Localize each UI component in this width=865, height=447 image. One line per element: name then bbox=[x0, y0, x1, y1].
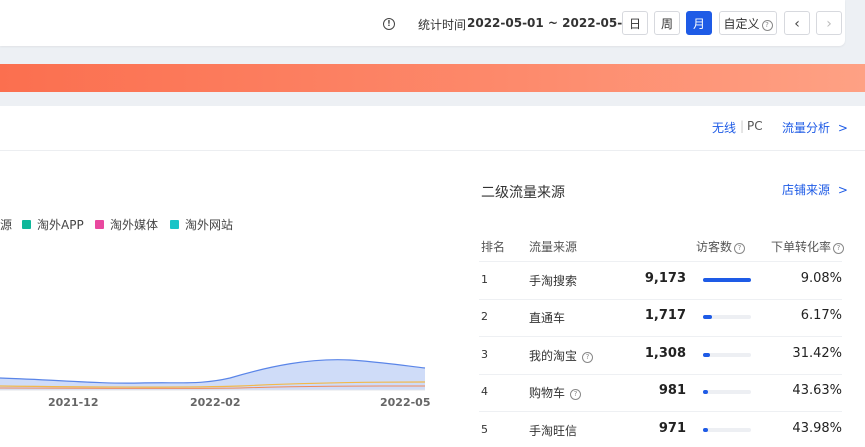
legend-swatch bbox=[95, 220, 104, 229]
row-divider bbox=[479, 261, 842, 262]
help-icon: ? bbox=[734, 243, 746, 254]
visitor-share-fill bbox=[703, 390, 708, 395]
visitor-share-bar bbox=[703, 277, 751, 282]
visitors-cell: 981 bbox=[658, 383, 686, 399]
legend-label: 淘外网站 bbox=[185, 218, 234, 232]
traffic-panel bbox=[0, 106, 865, 447]
legend-item-app[interactable]: 淘外APP bbox=[22, 216, 84, 233]
source-label: 手淘旺信 bbox=[529, 423, 578, 438]
x-tick-label: 2022-05 bbox=[380, 396, 431, 409]
prev-period-button[interactable]: ‹ bbox=[784, 11, 810, 35]
secondary-source-title: 二级流量来源 bbox=[481, 185, 565, 201]
source-cell[interactable]: 我的淘宝? bbox=[529, 347, 594, 364]
legend-item-source[interactable]: 源 bbox=[0, 216, 12, 233]
source-cell[interactable]: 购物车? bbox=[529, 384, 582, 401]
visitor-share-bar bbox=[703, 390, 751, 395]
help-icon: ? bbox=[833, 243, 845, 254]
toggle-separator: | bbox=[740, 119, 745, 133]
wireless-toggle[interactable]: 无线 bbox=[712, 119, 736, 136]
visitor-share-fill bbox=[703, 315, 712, 320]
panel-divider bbox=[0, 150, 865, 151]
rank-cell: 4 bbox=[481, 385, 488, 399]
rank-cell: 3 bbox=[481, 347, 488, 361]
help-icon: ? bbox=[761, 20, 773, 31]
x-tick-label: 2021-12 bbox=[48, 396, 99, 409]
chevron-right-icon: › bbox=[826, 16, 832, 32]
visitor-share-fill bbox=[703, 427, 708, 432]
visitors-cell: 1,308 bbox=[644, 345, 686, 361]
visitor-share-bar bbox=[703, 315, 751, 320]
conversion-cell: 43.63% bbox=[792, 383, 842, 399]
rank-cell: 5 bbox=[481, 422, 488, 436]
conversion-cell: 9.08% bbox=[800, 270, 842, 286]
store-source-link[interactable]: 店铺来源 > bbox=[782, 181, 848, 198]
visitors-cell: 971 bbox=[658, 420, 686, 436]
flow-analysis-label: 流量分析 bbox=[782, 121, 831, 135]
source-label: 手淘搜索 bbox=[529, 273, 578, 288]
conversion-cell: 6.17% bbox=[800, 308, 842, 324]
source-cell[interactable]: 直通车 bbox=[529, 309, 565, 326]
visitors-cell: 1,717 bbox=[644, 308, 686, 324]
row-divider bbox=[479, 298, 842, 300]
period-month-button[interactable]: 月 bbox=[686, 11, 712, 35]
column-header-rank: 排名 bbox=[481, 240, 506, 254]
source-label: 我的淘宝 bbox=[529, 348, 578, 363]
row-divider bbox=[479, 336, 842, 337]
visitors-cell: 9,173 bbox=[644, 270, 686, 286]
source-label: 直通车 bbox=[529, 311, 566, 326]
help-icon: ? bbox=[570, 389, 582, 401]
period-week-button[interactable]: 周 bbox=[654, 11, 680, 35]
legend-swatch bbox=[22, 220, 31, 229]
visitor-share-fill bbox=[703, 352, 710, 357]
chevron-right-icon: > bbox=[837, 121, 848, 135]
row-divider bbox=[479, 373, 842, 375]
legend-label: 淘外APP bbox=[37, 218, 84, 232]
pc-toggle[interactable]: PC bbox=[747, 119, 763, 133]
custom-label: 自定义 bbox=[723, 17, 760, 31]
visitors-header-label: 访客数 bbox=[696, 240, 733, 254]
period-day-button[interactable]: 日 bbox=[622, 11, 648, 35]
visitor-share-bar bbox=[703, 427, 751, 432]
conversion-cell: 43.98% bbox=[792, 420, 842, 436]
legend-swatch bbox=[170, 220, 179, 229]
conversion-header-label: 下单转化率 bbox=[771, 240, 832, 254]
x-tick-label: 2022-02 bbox=[190, 396, 241, 409]
column-header-conversion[interactable]: 下单转化率? bbox=[771, 238, 845, 255]
series-area-main bbox=[0, 359, 425, 390]
conversion-cell: 31.42% bbox=[792, 345, 842, 361]
period-custom-button[interactable]: 自定义? bbox=[719, 11, 777, 35]
source-label: 购物车 bbox=[529, 386, 566, 401]
row-divider bbox=[479, 411, 842, 412]
chevron-right-icon: > bbox=[837, 183, 848, 197]
visitor-share-bar bbox=[703, 352, 751, 357]
visitor-share-fill bbox=[703, 277, 751, 282]
column-header-visitors[interactable]: 访客数? bbox=[696, 238, 746, 255]
info-icon[interactable]: ! bbox=[383, 18, 395, 30]
traffic-area-chart bbox=[0, 359, 426, 391]
legend-label: 淘外媒体 bbox=[110, 218, 159, 232]
store-source-label: 店铺来源 bbox=[782, 183, 831, 197]
stat-time-range: 2022-05-01 ~ 2022-05-31 bbox=[467, 16, 639, 30]
source-cell[interactable]: 手淘旺信 bbox=[529, 422, 577, 439]
stat-time-label: 统计时间 bbox=[418, 18, 467, 32]
source-cell[interactable]: 手淘搜索 bbox=[529, 272, 577, 289]
rank-cell: 1 bbox=[481, 272, 488, 286]
rank-cell: 2 bbox=[481, 310, 488, 324]
chevron-left-icon: ‹ bbox=[794, 16, 800, 32]
legend-item-media[interactable]: 淘外媒体 bbox=[95, 216, 158, 233]
flow-analysis-link[interactable]: 流量分析 > bbox=[782, 119, 848, 136]
column-header-source: 流量来源 bbox=[529, 240, 578, 254]
legend-item-website[interactable]: 淘外网站 bbox=[170, 216, 233, 233]
next-period-button[interactable]: › bbox=[816, 11, 842, 35]
promo-banner bbox=[0, 64, 865, 92]
help-icon: ? bbox=[582, 351, 594, 363]
